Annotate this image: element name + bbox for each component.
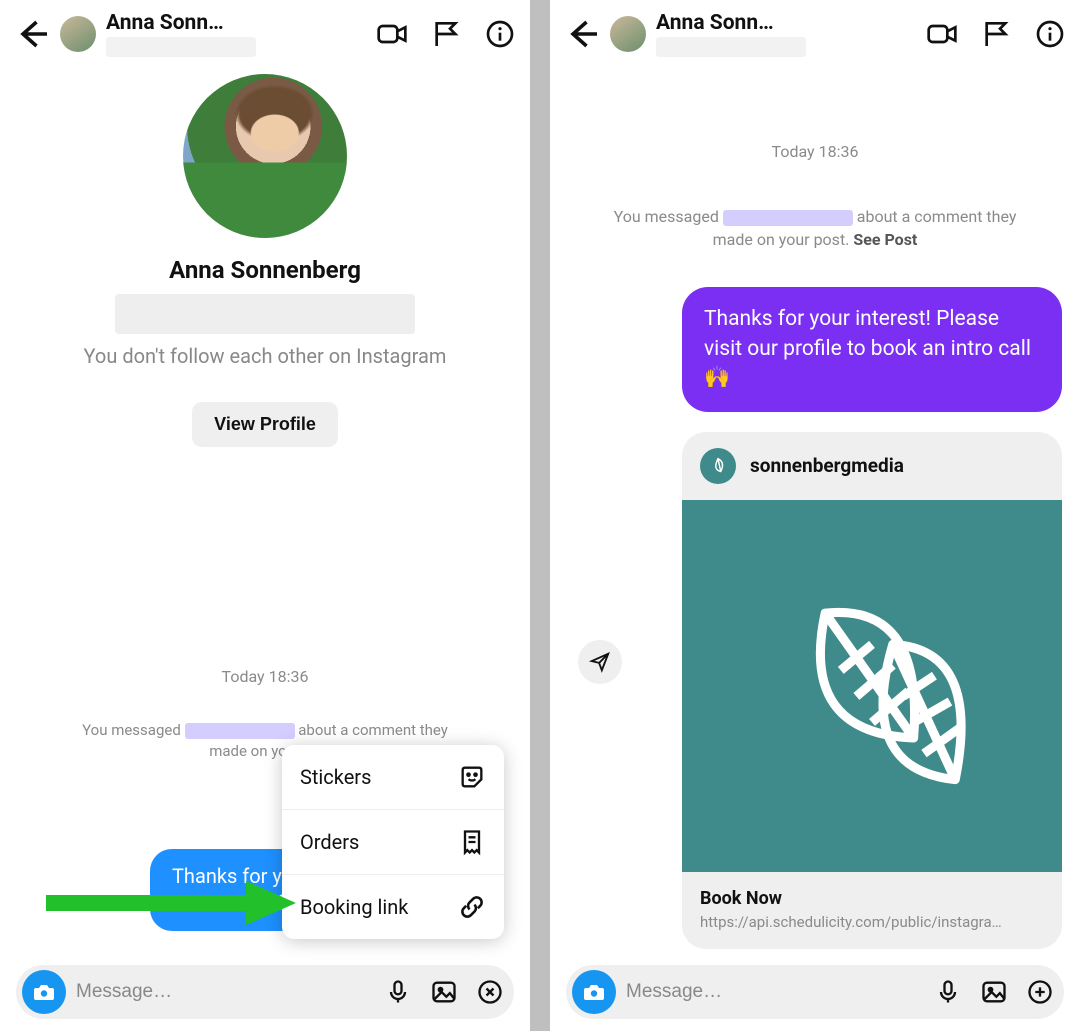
context-mid: about a comment they [295,721,448,739]
info-icon[interactable] [484,18,516,50]
flag-icon[interactable] [430,18,462,50]
header-title-wrap[interactable]: Anna Sonn… [106,11,370,57]
pane-divider [530,0,550,1031]
camera-icon [582,980,606,1004]
header-avatar[interactable] [60,16,96,52]
gallery-icon[interactable] [430,978,458,1006]
card-username: sonnenbergmedia [750,454,904,477]
mic-icon[interactable] [934,978,962,1006]
header-subtitle-redacted [656,37,806,57]
message-composer [16,965,514,1019]
leaf-avatar-icon [707,455,729,477]
context-prefix: You messaged [82,721,184,739]
back-button[interactable] [564,16,600,52]
message-composer [566,965,1064,1019]
redacted-name [723,210,853,226]
header-title: Anna Sonn… [656,11,774,35]
chat-header: Anna Sonn… [0,0,530,60]
share-button[interactable] [578,640,622,684]
profile-handle-redacted [115,294,415,334]
popover-label: Stickers [300,765,371,789]
chat-header: Anna Sonn… [550,0,1080,60]
context-mid: about a comment they [853,207,1017,226]
popover-item-booking-link[interactable]: Booking link [282,874,504,939]
video-call-icon[interactable] [376,18,408,50]
profile-intro-block: Anna Sonnenberg You don't follow each ot… [0,60,530,447]
message-input[interactable] [76,981,374,1003]
leaves-icon [742,556,1002,816]
card-cta-url: https://api.schedulicity.com/public/inst… [700,913,1044,931]
dm-screen-right: Anna Sonn… Today 18:36 You messaged abou… [550,0,1080,1031]
close-circle-icon[interactable] [476,978,504,1006]
annotation-arrow-icon [46,881,296,925]
video-call-icon[interactable] [926,18,958,50]
bubble-text: Thanks for your interest! Please visit o… [704,307,1031,390]
header-title-wrap[interactable]: Anna Sonn… [656,11,920,57]
redacted-name [185,723,295,739]
message-input[interactable] [626,981,924,1003]
dm-screen-left: Anna Sonn… Anna Sonnenberg You don't fol… [0,0,530,1031]
header-subtitle-redacted [106,37,256,57]
sticker-icon [458,763,486,791]
popover-label: Booking link [300,895,408,919]
timestamp: Today 18:36 [0,667,530,686]
profile-avatar[interactable] [183,74,347,238]
info-icon[interactable] [1034,18,1066,50]
card-image [682,500,1062,872]
view-profile-button[interactable]: View Profile [192,402,338,447]
popover-item-orders[interactable]: Orders [282,809,504,874]
plus-circle-icon[interactable] [1026,978,1054,1006]
camera-button[interactable] [572,970,616,1014]
gallery-icon[interactable] [980,978,1008,1006]
receipt-icon [458,828,486,856]
mic-icon[interactable] [384,978,412,1006]
follow-status-text: You don't follow each other on Instagram [84,344,447,368]
back-arrow-icon [564,16,600,52]
card-cta-title: Book Now [700,888,1044,909]
sent-message-bubble[interactable]: Thanks for your interest! Please visit o… [682,287,1062,411]
back-button[interactable] [14,16,50,52]
camera-icon [32,980,56,1004]
flag-icon[interactable] [980,18,1012,50]
card-cta[interactable]: Book Now https://api.schedulicity.com/pu… [682,872,1062,949]
header-title: Anna Sonn… [106,11,224,35]
see-post-link[interactable]: See Post [853,230,917,249]
link-icon [458,893,486,921]
card-header: sonnenbergmedia [682,432,1062,500]
paper-plane-icon [589,651,611,673]
shared-link-card[interactable]: sonnenbergmedia Book Now https://api.sch… [682,432,1062,949]
system-context-text: You messaged about a comment they made o… [568,205,1062,251]
popover-label: Orders [300,830,359,854]
context-prefix: You messaged [614,207,723,226]
context-line2a: made on your post. [713,230,854,249]
timestamp: Today 18:36 [568,142,1062,161]
camera-button[interactable] [22,970,66,1014]
header-avatar[interactable] [610,16,646,52]
popover-item-stickers[interactable]: Stickers [282,745,504,809]
card-avatar [700,448,736,484]
profile-name: Anna Sonnenberg [169,256,361,284]
attachment-popover: Stickers Orders Booking link [282,745,504,939]
back-arrow-icon [14,16,50,52]
